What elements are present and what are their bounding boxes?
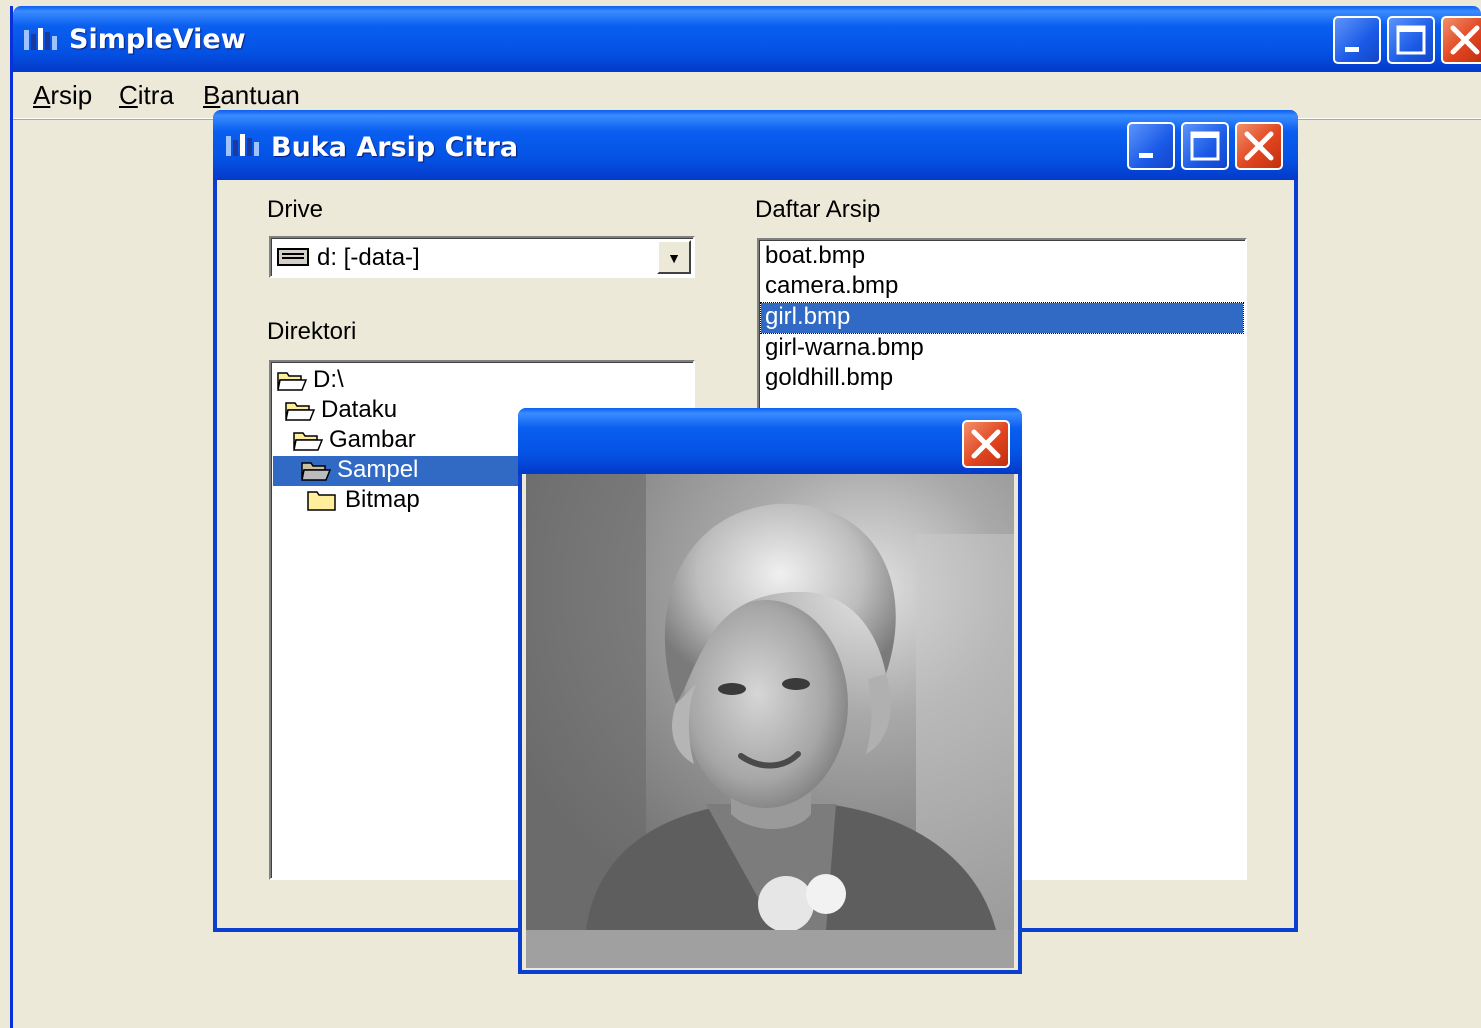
dir-item-label: Dataku	[321, 396, 398, 423]
preview-titlebar[interactable]	[518, 408, 1022, 474]
file-item-boat[interactable]: boat.bmp	[761, 242, 1243, 272]
image-preview-window	[518, 408, 1022, 974]
dialog-close-button[interactable]	[1235, 122, 1283, 170]
minimize-icon	[1139, 153, 1153, 158]
preview-statusbar	[526, 930, 1014, 968]
menu-citra[interactable]: Citra	[119, 80, 174, 111]
maximize-icon	[1396, 25, 1426, 55]
file-item-label: girl.bmp	[765, 303, 851, 330]
menu-bantuan-label: antuan	[220, 80, 300, 110]
dir-item-d[interactable]: D:\	[273, 366, 693, 396]
maximize-icon	[1190, 131, 1220, 161]
file-item-girl[interactable]: girl.bmp	[760, 302, 1244, 334]
menu-citra-label: itra	[137, 80, 174, 110]
open-folder-icon	[285, 399, 316, 428]
dir-item-label: D:\	[313, 366, 344, 393]
dialog-titlebar[interactable]: Buka Arsip Citra	[213, 110, 1298, 180]
app-icon	[23, 26, 59, 59]
directory-label: Direktori	[267, 318, 357, 345]
menu-arsip-accel: A	[33, 80, 51, 110]
dir-item-label: Gambar	[329, 426, 416, 453]
file-item-label: goldhill.bmp	[765, 364, 894, 391]
file-item-label: camera.bmp	[765, 272, 899, 299]
dialog-app-icon	[225, 132, 261, 165]
app-title: SimpleView	[69, 24, 246, 55]
file-item-camera[interactable]: camera.bmp	[761, 272, 1243, 302]
dialog-title: Buka Arsip Citra	[271, 132, 519, 163]
close-icon	[1450, 25, 1480, 55]
open-folder-icon	[293, 429, 324, 458]
dir-item-label: Bitmap	[345, 486, 420, 513]
open-folder-icon	[277, 369, 308, 398]
menu-bantuan-accel: B	[203, 80, 221, 110]
dialog-minimize-button[interactable]	[1127, 122, 1175, 170]
drive-dropdown-button[interactable]: ▼	[657, 240, 691, 274]
dialog-maximize-button[interactable]	[1181, 122, 1229, 170]
drive-value: d: [-data-]	[317, 244, 420, 271]
minimize-icon	[1345, 47, 1359, 52]
close-icon	[1244, 131, 1274, 161]
file-item-goldhill[interactable]: goldhill.bmp	[761, 364, 1243, 394]
file-item-label: boat.bmp	[765, 242, 866, 269]
preview-image	[526, 474, 1014, 930]
preview-close-button[interactable]	[962, 420, 1010, 468]
close-button[interactable]	[1441, 16, 1481, 64]
folder-icon	[307, 489, 337, 518]
drive-combobox[interactable]: d: [-data-] ▼	[269, 236, 695, 278]
file-list-label: Daftar Arsip	[755, 196, 881, 223]
file-item-girl-warna[interactable]: girl-warna.bmp	[761, 334, 1243, 364]
drive-label: Drive	[267, 196, 324, 223]
drive-icon	[277, 246, 309, 273]
menu-citra-accel: C	[119, 80, 138, 110]
menu-bantuan[interactable]: Bantuan	[203, 80, 300, 111]
main-titlebar[interactable]: SimpleView	[13, 6, 1481, 72]
dir-item-label: Sampel	[337, 456, 419, 483]
close-icon	[971, 429, 1001, 459]
maximize-button[interactable]	[1387, 16, 1435, 64]
minimize-button[interactable]	[1333, 16, 1381, 64]
file-item-label: girl-warna.bmp	[765, 334, 924, 361]
open-folder-icon	[301, 459, 332, 488]
menu-arsip-label: rsip	[50, 80, 93, 110]
menu-arsip[interactable]: Arsip	[33, 80, 92, 111]
chevron-down-icon: ▼	[667, 250, 681, 266]
